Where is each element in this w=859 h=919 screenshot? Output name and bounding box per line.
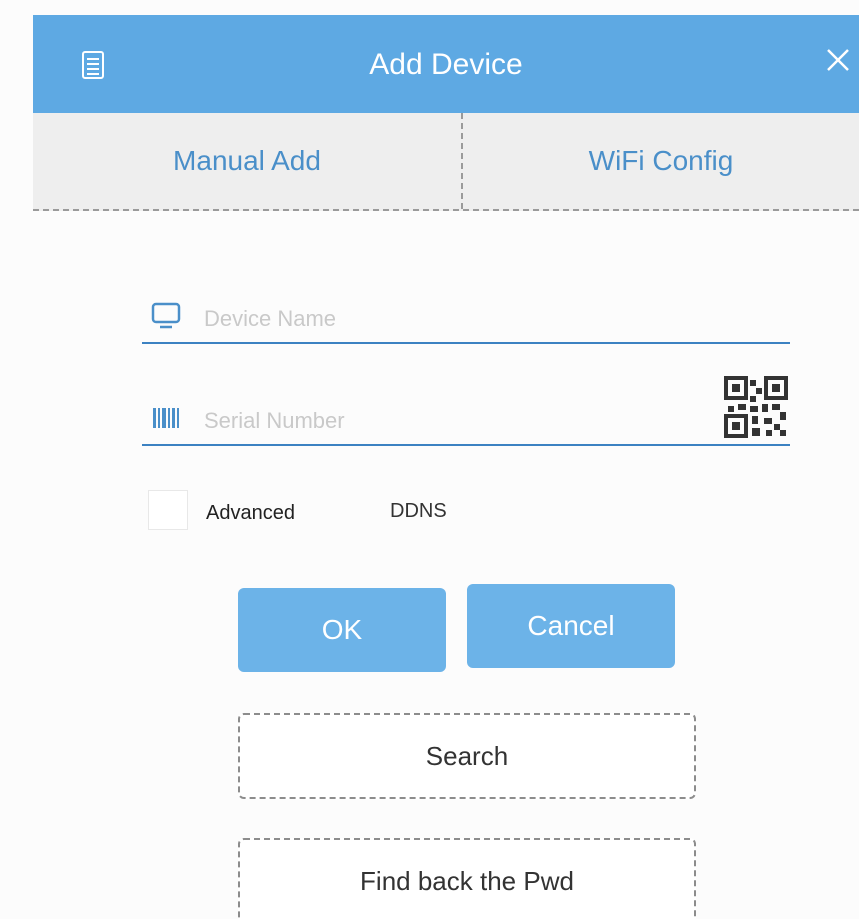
- serial-number-input[interactable]: [202, 402, 726, 440]
- device-name-input[interactable]: [202, 300, 726, 338]
- monitor-icon: [151, 302, 181, 329]
- advanced-checkbox[interactable]: [148, 490, 188, 530]
- add-device-dialog: Add Device Manual Add WiFi Config Device…: [0, 0, 859, 919]
- dialog-title: Add Device: [369, 48, 523, 81]
- search-button[interactable]: Search: [238, 713, 696, 799]
- qr-code-icon[interactable]: [724, 376, 788, 438]
- tab-bar: Manual Add WiFi Config: [33, 113, 859, 211]
- close-icon[interactable]: [823, 45, 853, 75]
- tab-wifi-config[interactable]: WiFi Config: [463, 113, 859, 209]
- advanced-label: Advanced: [206, 502, 295, 524]
- device-name-field: [142, 296, 790, 344]
- tab-manual-add[interactable]: Manual Add: [33, 113, 461, 209]
- find-password-button[interactable]: Find back the Pwd: [238, 838, 696, 919]
- cancel-button[interactable]: Cancel: [467, 584, 675, 668]
- ok-button[interactable]: OK: [238, 588, 446, 672]
- ddns-label[interactable]: DDNS: [390, 500, 447, 523]
- dialog-header: Add Device: [33, 15, 859, 113]
- barcode-icon: [153, 408, 179, 428]
- serial-number-field: [142, 398, 790, 446]
